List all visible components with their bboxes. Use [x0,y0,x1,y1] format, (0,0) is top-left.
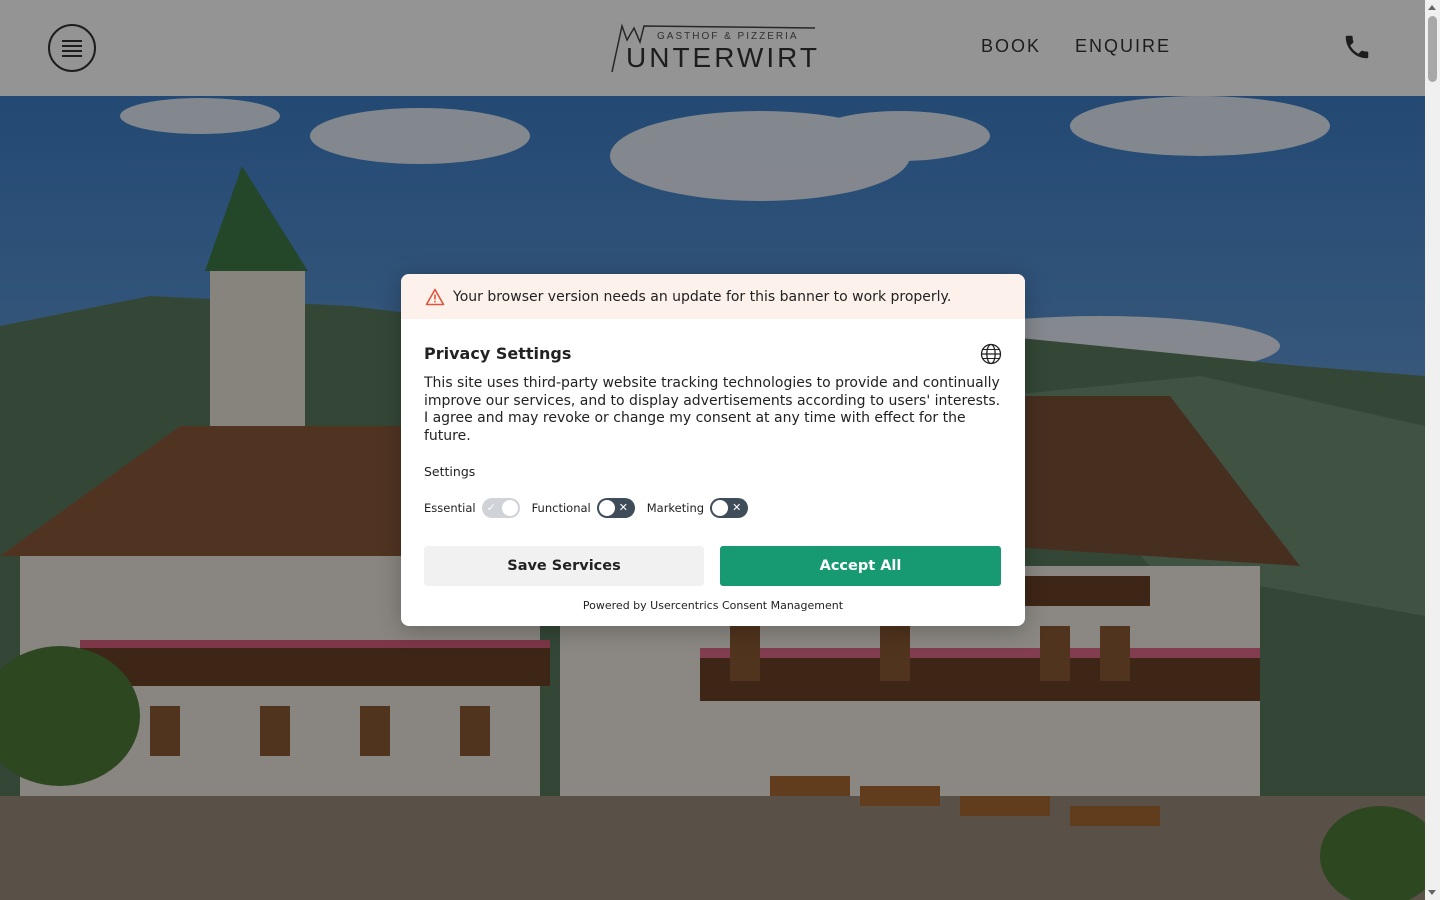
toggle-label: Functional [531,501,591,515]
toggle-functional: Functional ✕ [532,498,635,518]
dialog-title: Privacy Settings [424,344,572,363]
functional-switch[interactable]: ✕ [596,498,635,518]
service-toggles: Essential ✓ Functional ✕ Marketing ✕ [424,498,760,518]
toggle-label: Essential [424,501,476,515]
check-icon: ✓ [486,501,496,514]
scroll-thumb[interactable] [1428,16,1437,82]
close-icon: ✕ [618,501,628,514]
warning-triangle-icon [425,288,445,305]
browser-warning-text: Your browser version needs an update for… [453,288,952,305]
browser-warning-bar: Your browser version needs an update for… [401,274,1025,319]
settings-label: Settings [424,464,476,479]
save-services-button[interactable]: Save Services [424,546,704,586]
page-scrollbar[interactable] [1425,0,1440,900]
privacy-settings-dialog: Your browser version needs an update for… [401,274,1025,626]
close-icon: ✕ [732,501,742,514]
essential-switch: ✓ [481,498,520,518]
toggle-essential: Essential ✓ [424,498,520,518]
scroll-down-arrow-icon[interactable] [1428,890,1436,895]
globe-icon[interactable] [980,343,1002,365]
consent-description: This site uses third-party website track… [424,375,1001,444]
toggle-marketing: Marketing ✕ [646,498,749,518]
marketing-switch[interactable]: ✕ [710,498,749,518]
toggle-label: Marketing [646,501,705,515]
powered-by-text: Powered by Usercentrics Consent Manageme… [582,599,844,612]
accept-all-button[interactable]: Accept All [720,546,1001,586]
scroll-up-arrow-icon[interactable] [1428,5,1436,10]
